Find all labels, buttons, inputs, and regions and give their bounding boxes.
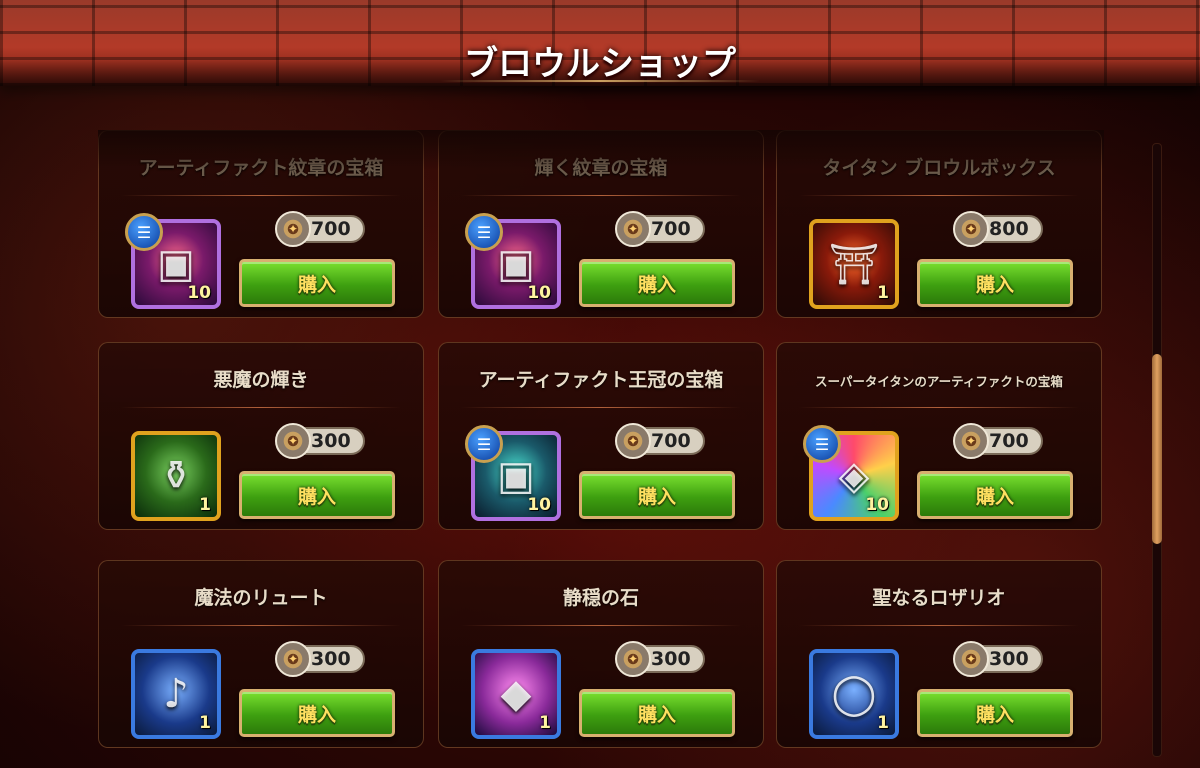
- list-icon[interactable]: ☰: [465, 213, 503, 251]
- buy-button[interactable]: 購入: [917, 689, 1073, 737]
- divider: [121, 195, 401, 196]
- shop-grid: アーティファクト紋章の宝箱 ▣ ☰ 10 ✦ 700 購入 輝く紋章の宝箱 ▣ …: [98, 130, 1104, 750]
- divider: [121, 407, 401, 408]
- item-calm-stone[interactable]: ◆ 1: [471, 649, 561, 739]
- shop-card-calm-stone: 静穏の石 ◆ 1 ✦ 300 購入: [438, 560, 764, 748]
- shop-card-magic-lute: 魔法のリュート ♪ 1 ✦ 300 購入: [98, 560, 424, 748]
- item-magic-lute[interactable]: ♪ 1: [131, 649, 221, 739]
- brawl-coin-icon: ✦: [953, 211, 989, 247]
- divider: [461, 407, 741, 408]
- shop-card-artifact-crown-chest: アーティファクト王冠の宝箱 ▣ ☰ 10 ✦ 700 購入: [438, 342, 764, 530]
- shop-card-titan-brawl-box: タイタン ブロウルボックス ⛩ 1 ✦ 800 購入: [776, 130, 1102, 318]
- item-quantity: 1: [199, 495, 211, 515]
- price-value: 800: [989, 218, 1029, 240]
- shop-card-artifact-emblem-chest: アーティファクト紋章の宝箱 ▣ ☰ 10 ✦ 700 購入: [98, 130, 424, 318]
- item-quantity: 10: [527, 495, 551, 515]
- shop-card-super-titan-artifact-chest: スーパータイタンのアーティファクトの宝箱 ◈ ☰ 10 ✦ 700 購入: [776, 342, 1102, 530]
- scrollbar[interactable]: [1152, 143, 1162, 757]
- price-tag: ✦ 700: [275, 211, 365, 247]
- card-title: タイタン ブロウルボックス: [822, 157, 1056, 179]
- divider: [799, 195, 1079, 196]
- buy-button[interactable]: 購入: [579, 471, 735, 519]
- card-title: 悪魔の輝き: [213, 369, 309, 391]
- card-title: 輝く紋章の宝箱: [534, 157, 668, 179]
- card-title: アーティファクト紋章の宝箱: [138, 157, 384, 179]
- card-title: 聖なるロザリオ: [872, 587, 1006, 609]
- item-demon-glow[interactable]: ⚱ 1: [131, 431, 221, 521]
- buy-button[interactable]: 購入: [239, 471, 395, 519]
- item-titan-brawl-box[interactable]: ⛩ 1: [809, 219, 899, 309]
- price-value: 300: [651, 648, 691, 670]
- card-title: アーティファクト王冠の宝箱: [478, 369, 724, 391]
- buy-button[interactable]: 購入: [239, 259, 395, 307]
- price-tag: ✦ 300: [615, 641, 705, 677]
- brawl-coin-icon: ✦: [275, 641, 311, 677]
- divider: [121, 625, 401, 626]
- list-icon[interactable]: ☰: [465, 425, 503, 463]
- price-tag: ✦ 700: [615, 423, 705, 459]
- brawl-coin-icon: ✦: [615, 641, 651, 677]
- buy-button[interactable]: 購入: [917, 259, 1073, 307]
- shop-card-demon-glow: 悪魔の輝き ⚱ 1 ✦ 300 購入: [98, 342, 424, 530]
- item-quantity: 1: [539, 713, 551, 733]
- item-quantity: 10: [187, 283, 211, 303]
- item-artifact-emblem-chest[interactable]: ▣ ☰ 10: [125, 213, 221, 309]
- divider: [461, 195, 741, 196]
- price-value: 700: [989, 430, 1029, 452]
- buy-button[interactable]: 購入: [917, 471, 1073, 519]
- shop-card-shining-emblem-chest: 輝く紋章の宝箱 ▣ ☰ 10 ✦ 700 購入: [438, 130, 764, 318]
- buy-button[interactable]: 購入: [579, 689, 735, 737]
- item-quantity: 1: [877, 713, 889, 733]
- divider: [799, 625, 1079, 626]
- price-tag: ✦ 700: [615, 211, 705, 247]
- page-title: ブロウルショップ: [464, 44, 736, 84]
- item-shining-emblem-chest[interactable]: ▣ ☰ 10: [465, 213, 561, 309]
- item-quantity: 10: [527, 283, 551, 303]
- price-value: 300: [311, 648, 351, 670]
- list-icon[interactable]: ☰: [803, 425, 841, 463]
- buy-button[interactable]: 購入: [579, 259, 735, 307]
- brawl-coin-icon: ✦: [615, 423, 651, 459]
- divider: [799, 407, 1079, 408]
- card-title: 静穏の石: [562, 587, 639, 609]
- item-artifact-crown-chest[interactable]: ▣ ☰ 10: [465, 425, 561, 521]
- price-tag: ✦ 300: [275, 423, 365, 459]
- price-tag: ✦ 300: [275, 641, 365, 677]
- shop-card-holy-rosary: 聖なるロザリオ ◯ 1 ✦ 300 購入: [776, 560, 1102, 748]
- price-tag: ✦ 800: [953, 211, 1043, 247]
- divider: [461, 625, 741, 626]
- price-tag: ✦ 300: [953, 641, 1043, 677]
- price-value: 700: [651, 218, 691, 240]
- price-value: 300: [311, 430, 351, 452]
- price-tag: ✦ 700: [953, 423, 1043, 459]
- title-underline: [440, 80, 760, 82]
- brawl-coin-icon: ✦: [275, 423, 311, 459]
- buy-button[interactable]: 購入: [239, 689, 395, 737]
- item-super-titan-artifact-chest[interactable]: ◈ ☰ 10: [803, 425, 899, 521]
- list-icon[interactable]: ☰: [125, 213, 163, 251]
- brawl-coin-icon: ✦: [953, 641, 989, 677]
- brawl-coin-icon: ✦: [953, 423, 989, 459]
- price-value: 700: [311, 218, 351, 240]
- item-quantity: 1: [199, 713, 211, 733]
- item-quantity: 10: [865, 495, 889, 515]
- brawl-coin-icon: ✦: [615, 211, 651, 247]
- scrollbar-thumb[interactable]: [1152, 354, 1162, 544]
- item-quantity: 1: [877, 283, 889, 303]
- price-value: 700: [651, 430, 691, 452]
- price-value: 300: [989, 648, 1029, 670]
- brawl-coin-icon: ✦: [275, 211, 311, 247]
- card-title: スーパータイタンのアーティファクトの宝箱: [815, 374, 1063, 389]
- card-title: 魔法のリュート: [194, 587, 328, 609]
- item-holy-rosary[interactable]: ◯ 1: [809, 649, 899, 739]
